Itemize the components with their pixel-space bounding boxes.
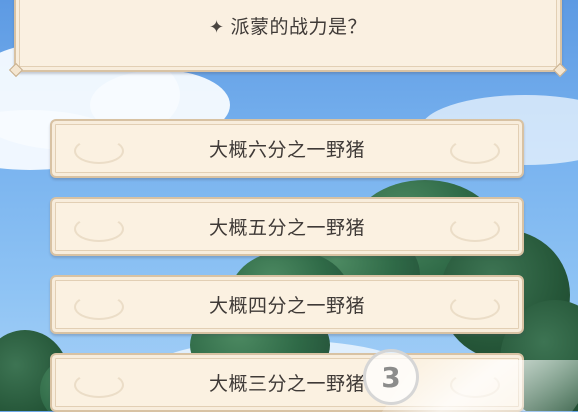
swirl-ornament-icon — [74, 372, 124, 398]
swirl-ornament-icon — [450, 216, 500, 242]
watermark-logo: 3 — [363, 349, 419, 405]
answer-option-1[interactable]: 大概六分之一野猪 — [50, 119, 524, 178]
watermark-number: 3 — [381, 360, 401, 394]
question-text: ✦ 派蒙的战力是？ — [16, 12, 560, 39]
answer-label: 大概四分之一野猪 — [208, 295, 365, 317]
swirl-ornament-icon — [74, 216, 124, 242]
swirl-ornament-icon — [74, 294, 124, 320]
answer-option-2[interactable]: 大概五分之一野猪 — [50, 197, 524, 256]
answer-label: 大概三分之一野猪 — [208, 373, 365, 395]
question-panel: ✦ 派蒙的战力是？ — [8, 0, 568, 78]
question-label: 派蒙的战力是？ — [230, 16, 368, 38]
answer-option-3[interactable]: 大概四分之一野猪 — [50, 275, 524, 334]
swirl-ornament-icon — [74, 138, 124, 164]
answer-label: 大概六分之一野猪 — [208, 139, 365, 161]
answer-label: 大概五分之一野猪 — [208, 217, 365, 239]
sparkle-icon: ✦ — [208, 17, 225, 38]
swirl-ornament-icon — [450, 294, 500, 320]
swirl-ornament-icon — [450, 138, 500, 164]
